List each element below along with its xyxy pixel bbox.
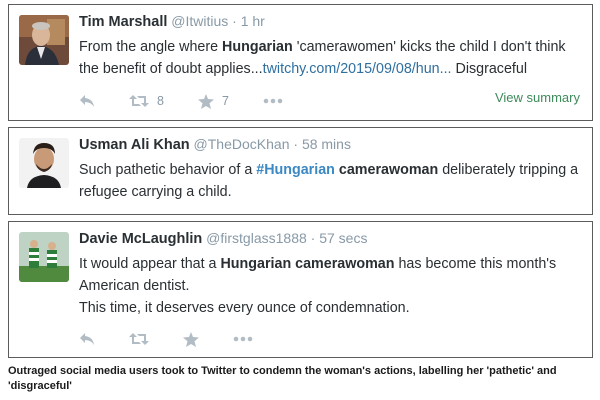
- author-name[interactable]: Davie McLaughlin: [79, 231, 202, 247]
- image-caption: Outraged social media users took to Twit…: [8, 365, 557, 392]
- avatar-image: [19, 232, 69, 282]
- more-button[interactable]: [263, 98, 283, 104]
- tweet-card[interactable]: Davie McLaughlin @firstglass1888 · 57 se…: [8, 221, 593, 358]
- text-segment: has become this month's: [394, 256, 557, 272]
- text-segment: refugee carrying a child.: [79, 184, 232, 200]
- tweet-header: Usman Ali Khan @TheDocKhan · 58 mins: [79, 136, 584, 153]
- text-segment: the benefit of doubt applies...: [79, 61, 263, 77]
- text-segment: deliberately tripping a: [438, 162, 579, 178]
- author-handle[interactable]: @Itwitius: [171, 13, 228, 29]
- tweet-header: Davie McLaughlin @firstglass1888 · 57 se…: [79, 230, 584, 247]
- favorite-button[interactable]: [183, 331, 199, 347]
- retweet-button[interactable]: [129, 332, 149, 346]
- author-name[interactable]: Usman Ali Khan: [79, 137, 190, 153]
- reply-button[interactable]: [79, 94, 95, 108]
- timestamp[interactable]: 58 mins: [302, 136, 351, 152]
- more-icon: [233, 336, 253, 342]
- text-segment: It would appear that a: [79, 256, 221, 272]
- star-icon: [183, 331, 199, 347]
- retweet-icon: [129, 95, 149, 107]
- tweet-text: From the angle where Hungarian 'camerawo…: [79, 36, 584, 80]
- more-button[interactable]: [233, 336, 253, 342]
- tweet-card[interactable]: Tim Marshall @Itwitius · 1 hr From the a…: [8, 4, 593, 121]
- author-handle[interactable]: @TheDocKhan: [194, 136, 290, 152]
- avatar-image: [19, 15, 69, 65]
- favorite-count: 7: [221, 94, 229, 108]
- hashtag-link[interactable]: #Hungarian: [256, 162, 335, 178]
- reply-button[interactable]: [79, 332, 95, 346]
- tweet-actions: [79, 330, 287, 348]
- avatar[interactable]: [19, 232, 69, 282]
- text-segment: This time, it deserves every ounce of co…: [79, 300, 410, 316]
- tweet-text: It would appear that a Hungarian cameraw…: [79, 253, 584, 319]
- tweet-link[interactable]: twitchy.com/2015/09/08/hun...: [263, 61, 452, 77]
- retweet-button[interactable]: 8: [129, 94, 164, 108]
- favorite-button[interactable]: 7: [197, 93, 229, 109]
- tweet-header: Tim Marshall @Itwitius · 1 hr: [79, 13, 584, 30]
- tweet-card[interactable]: Usman Ali Khan @TheDocKhan · 58 mins Suc…: [8, 127, 593, 215]
- keyword-highlight: Hungarian camerawoman: [220, 256, 395, 272]
- separator: ·: [310, 230, 316, 246]
- author-name[interactable]: Tim Marshall: [79, 14, 167, 30]
- separator: ·: [293, 136, 299, 152]
- retweet-count: 8: [157, 94, 164, 108]
- text-segment: From the angle where: [79, 39, 223, 55]
- tweet-text: Such pathetic behavior of a #Hungarian c…: [79, 159, 584, 203]
- text-segment: American dentist.: [79, 278, 190, 294]
- avatar-image: [19, 138, 69, 188]
- timestamp[interactable]: 57 secs: [319, 230, 367, 246]
- text-segment: Such pathetic behavior of a: [79, 162, 257, 178]
- avatar[interactable]: [19, 138, 69, 188]
- keyword-highlight: Hungarian: [222, 39, 293, 55]
- retweet-icon: [129, 333, 149, 345]
- separator: ·: [232, 13, 237, 29]
- more-icon: [263, 98, 283, 104]
- star-icon: [197, 93, 214, 109]
- author-handle[interactable]: @firstglass1888: [206, 230, 307, 246]
- keyword-highlight: camerawoman: [338, 162, 439, 178]
- text-segment: Disgraceful: [451, 61, 528, 77]
- reply-icon: [80, 95, 94, 107]
- tweet-actions: 8 7: [79, 92, 317, 110]
- text-segment: 'camerawomen' kicks the child I don't th…: [292, 39, 566, 55]
- reply-icon: [80, 333, 94, 345]
- avatar[interactable]: [19, 15, 69, 65]
- view-summary-link[interactable]: View summary: [495, 90, 580, 105]
- timestamp[interactable]: 1 hr: [241, 13, 265, 29]
